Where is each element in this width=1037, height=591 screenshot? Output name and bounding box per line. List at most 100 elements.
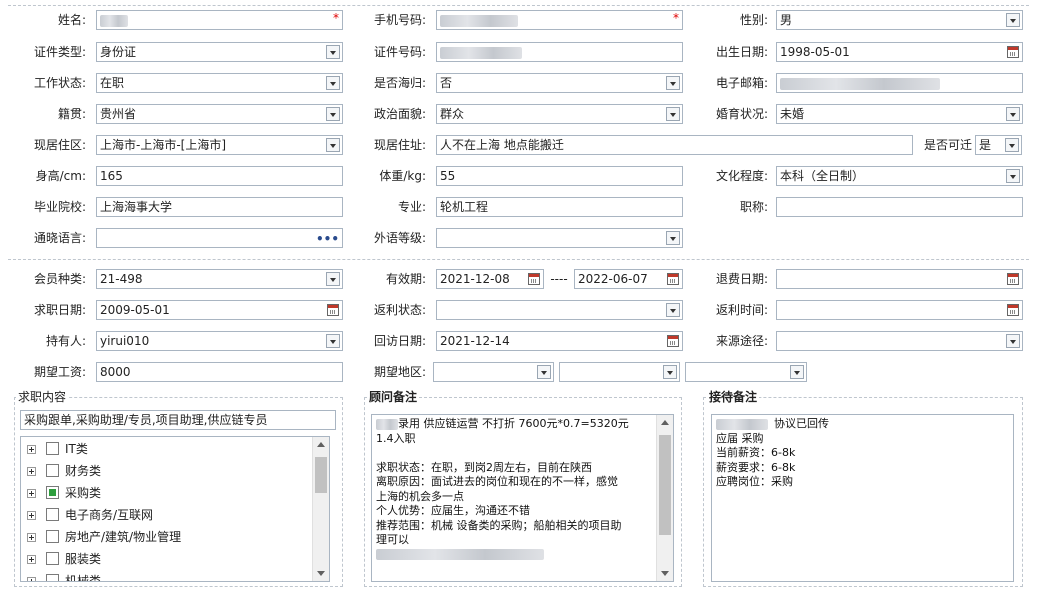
checkbox[interactable] [46, 552, 59, 565]
advisor-notes-textarea[interactable]: 录用 供应链运营 不打折 7600元*0.7=5320元 1.4入职 求职状态：… [371, 414, 674, 582]
chevron-down-icon[interactable] [663, 365, 677, 379]
checkbox[interactable] [46, 574, 59, 581]
expand-icon[interactable] [27, 445, 36, 454]
expected-region-province-select[interactable] [433, 362, 554, 382]
scroll-up-icon[interactable] [661, 420, 669, 425]
chevron-down-icon[interactable] [1005, 138, 1019, 152]
scroll-up-icon[interactable] [317, 442, 325, 447]
chevron-down-icon[interactable] [666, 303, 680, 317]
returnee-select[interactable]: 否 [436, 73, 683, 93]
checkbox[interactable] [46, 530, 59, 543]
id-number-input[interactable] [436, 42, 683, 62]
rebate-time-input[interactable] [776, 300, 1023, 320]
tree-item[interactable]: 采购类 [27, 484, 307, 502]
email-input[interactable] [776, 73, 1023, 93]
required-asterisk: * [673, 11, 679, 25]
expand-icon[interactable] [27, 555, 36, 564]
reception-notes-textarea[interactable]: 协议已回传 应届 采购 当前薪资：6-8k 薪资要求：6-8k 应聘岗位：采购 [711, 414, 1014, 582]
more-icon[interactable]: ••• [316, 230, 339, 247]
tree-item[interactable]: 电子商务/互联网 [27, 506, 307, 524]
title-input[interactable] [776, 197, 1023, 217]
residence-addr-input[interactable]: 人不在上海 地点能搬迁 [436, 135, 913, 155]
member-type-select[interactable]: 21-498 [96, 269, 343, 289]
tree-item[interactable]: 财务类 [27, 462, 307, 480]
chevron-down-icon[interactable] [537, 365, 551, 379]
calendar-icon[interactable] [528, 273, 540, 285]
calendar-icon[interactable] [1007, 304, 1019, 316]
residence-area-select[interactable]: 上海市-上海市-[上海市] [96, 135, 343, 155]
work-status-select[interactable]: 在职 [96, 73, 343, 93]
scrollbar-thumb[interactable] [659, 435, 671, 535]
calendar-icon[interactable] [327, 304, 339, 316]
expected-region-city-select[interactable] [559, 362, 680, 382]
chevron-down-icon[interactable] [326, 45, 340, 59]
chevron-down-icon[interactable] [326, 76, 340, 90]
height-input[interactable]: 165 [96, 166, 343, 186]
chevron-down-icon[interactable] [1006, 169, 1020, 183]
valid-to-input[interactable]: 2022-06-07 [574, 269, 683, 289]
gender-select[interactable]: 男 [776, 10, 1023, 30]
scroll-down-icon[interactable] [317, 571, 325, 576]
tree-scrollbar[interactable] [312, 437, 329, 581]
holder-select[interactable]: yirui010 [96, 331, 343, 351]
scrollbar-thumb[interactable] [315, 457, 327, 493]
job-content-summary-input[interactable]: 采购跟单,采购助理/专员,项目助理,供应链专员 [20, 410, 336, 430]
rebate-status-select[interactable] [436, 300, 683, 320]
job-date-input[interactable]: 2009-05-01 [96, 300, 343, 320]
job-category-tree[interactable]: IT类 财务类 采购类 电子商务/互联网 房地产/建筑/物业管理 服装类 机械类 [20, 436, 330, 582]
chevron-down-icon[interactable] [1006, 107, 1020, 121]
expand-icon[interactable] [27, 511, 36, 520]
tree-item[interactable]: 服装类 [27, 550, 307, 568]
native-place-select[interactable]: 贵州省 [96, 104, 343, 124]
school-input[interactable]: 上海海事大学 [96, 197, 343, 217]
expected-region-district-select[interactable] [685, 362, 807, 382]
chevron-down-icon[interactable] [326, 334, 340, 348]
calendar-icon[interactable] [1007, 46, 1019, 58]
expected-salary-input[interactable]: 8000 [96, 362, 343, 382]
checkbox-checked[interactable] [46, 486, 59, 499]
political-select[interactable]: 群众 [436, 104, 683, 124]
major-input[interactable]: 轮机工程 [436, 197, 683, 217]
calendar-icon[interactable] [667, 335, 679, 347]
advisor-notes-scrollbar[interactable] [656, 415, 673, 581]
relocatable-select[interactable]: 是 [975, 135, 1022, 155]
chevron-down-icon[interactable] [1006, 334, 1020, 348]
name-input[interactable]: * [96, 10, 343, 30]
checkbox[interactable] [46, 442, 59, 455]
chevron-down-icon[interactable] [326, 272, 340, 286]
expand-icon[interactable] [27, 467, 36, 476]
chevron-down-icon[interactable] [326, 107, 340, 121]
refund-date-input[interactable] [776, 269, 1023, 289]
phone-input[interactable]: * [436, 10, 683, 30]
foreign-level-select[interactable] [436, 228, 683, 248]
redacted-text [716, 418, 768, 430]
tree-item[interactable]: 房地产/建筑/物业管理 [27, 528, 307, 546]
marital-select[interactable]: 未婚 [776, 104, 1023, 124]
expand-icon[interactable] [27, 489, 36, 498]
calendar-icon[interactable] [667, 273, 679, 285]
expand-icon[interactable] [27, 533, 36, 542]
gender-label: 性别: [739, 13, 768, 27]
calendar-icon[interactable] [1007, 273, 1019, 285]
education-select[interactable]: 本科（全日制） [776, 166, 1023, 186]
weight-input[interactable]: 55 [436, 166, 683, 186]
chevron-down-icon[interactable] [666, 76, 680, 90]
chevron-down-icon[interactable] [326, 138, 340, 152]
chevron-down-icon[interactable] [790, 365, 804, 379]
checkbox[interactable] [46, 508, 59, 521]
tree-item[interactable]: 机械类 [27, 572, 307, 581]
chevron-down-icon[interactable] [666, 107, 680, 121]
chevron-down-icon[interactable] [1006, 13, 1020, 27]
birth-date-input[interactable]: 1998-05-01 [776, 42, 1023, 62]
source-select[interactable] [776, 331, 1023, 351]
scroll-down-icon[interactable] [661, 571, 669, 576]
checkbox[interactable] [46, 464, 59, 477]
id-type-select[interactable]: 身份证 [96, 42, 343, 62]
revisit-date-input[interactable]: 2021-12-14 [436, 331, 683, 351]
tree-item[interactable]: IT类 [27, 440, 307, 458]
expand-icon[interactable] [27, 577, 36, 581]
valid-from-input[interactable]: 2021-12-08 [436, 269, 544, 289]
title-label: 职称: [739, 200, 768, 214]
languages-input[interactable]: ••• [96, 228, 343, 248]
chevron-down-icon[interactable] [666, 231, 680, 245]
